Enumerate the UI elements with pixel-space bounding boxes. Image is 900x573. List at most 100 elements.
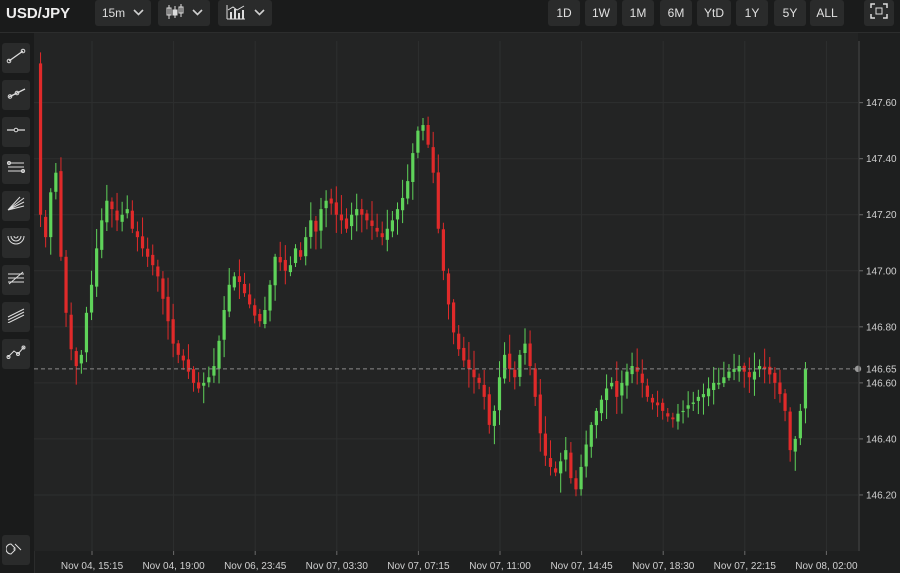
candle-body <box>553 468 558 473</box>
candle-body <box>140 236 145 249</box>
candle-body <box>416 130 420 153</box>
candle-body <box>278 257 282 263</box>
trend-line-tool[interactable] <box>2 43 30 73</box>
candle-body <box>528 343 532 367</box>
fullscreen-button[interactable] <box>864 0 894 26</box>
range-1y-button[interactable]: 1Y <box>736 0 768 26</box>
candle-body <box>411 153 415 182</box>
candle-body <box>84 312 89 353</box>
x-tick-label: Nov 07, 11:00 <box>469 561 531 572</box>
range-all-button[interactable]: ALL <box>810 0 844 26</box>
range-6m-button[interactable]: 6M <box>660 0 692 26</box>
range-5y-button[interactable]: 5Y <box>774 0 806 26</box>
candle-body <box>385 228 389 240</box>
candle-body <box>350 214 354 227</box>
candle-body <box>365 213 369 221</box>
candle-body <box>615 380 619 397</box>
y-tick-label: 147.40 <box>866 154 897 165</box>
candle-body <box>681 410 685 413</box>
fib-retracement-icon <box>6 270 26 291</box>
candle-body <box>44 216 48 238</box>
candle-body <box>125 209 129 214</box>
candle-body <box>319 209 323 231</box>
candle-body <box>574 478 578 490</box>
chart-type-selector[interactable] <box>158 0 210 26</box>
candle-body <box>263 310 267 325</box>
candle-body <box>559 461 563 474</box>
candle-body <box>712 382 716 391</box>
symbol-label[interactable]: USD/JPY <box>6 4 70 24</box>
candle-body <box>258 313 262 322</box>
candle-body <box>186 359 191 372</box>
interval-selector[interactable]: 15m <box>95 0 151 26</box>
current-price-label: 146.65 <box>866 364 897 375</box>
candle-body <box>446 273 451 305</box>
candle-body <box>737 366 741 372</box>
parallel-channel-tool[interactable] <box>2 154 30 184</box>
y-tick-label: 146.80 <box>866 322 897 333</box>
y-tick-label: 146.60 <box>866 378 897 389</box>
candle-body <box>436 172 440 229</box>
candle <box>59 157 63 261</box>
candle-body <box>538 394 542 434</box>
candle-body <box>115 210 119 221</box>
pitchfork-tool[interactable] <box>2 302 30 332</box>
fib-arcs-tool[interactable] <box>2 228 30 258</box>
candle-body <box>513 369 517 378</box>
y-axis: 147.60 147.40 147.20 147.00 146.80 146.60 146.… <box>859 98 897 501</box>
candle-body <box>783 393 787 411</box>
candle-body <box>696 396 700 401</box>
candle-body <box>604 388 609 401</box>
candle-body <box>171 319 175 344</box>
candle-body <box>120 214 124 222</box>
candle-body <box>299 250 303 257</box>
candle-body <box>752 371 757 380</box>
indicators-selector[interactable] <box>218 0 272 26</box>
x-tick-label: Nov 07, 22:15 <box>714 561 777 572</box>
candle-body <box>401 197 405 211</box>
range-1d-button[interactable]: 1D <box>548 0 580 26</box>
range-ytd-button[interactable]: YtD <box>697 0 731 26</box>
candle-body <box>268 284 272 311</box>
path-tool[interactable] <box>2 339 30 369</box>
candle-body <box>176 343 180 355</box>
fib-retracement-tool[interactable] <box>2 265 30 295</box>
candle-body <box>645 385 649 397</box>
candle-body <box>610 382 614 387</box>
drawing-toolbar <box>0 33 35 573</box>
candle-body <box>426 125 430 145</box>
candle-body <box>237 276 242 282</box>
candle-body <box>508 353 512 369</box>
x-tick-label: Nov 08, 02:00 <box>795 561 858 572</box>
range-1w-button[interactable]: 1W <box>585 0 617 26</box>
candle-body <box>151 254 155 266</box>
magnet-tool[interactable] <box>2 535 30 565</box>
horizontal-line-tool[interactable] <box>2 117 30 147</box>
range-1m-button[interactable]: 1M <box>622 0 654 26</box>
candle-body <box>242 283 247 294</box>
candle-body <box>89 284 94 313</box>
candle-body <box>717 382 721 385</box>
candle-body <box>309 220 313 237</box>
candle-body <box>451 302 456 333</box>
candle-body <box>497 377 502 411</box>
candle-body <box>146 248 150 257</box>
y-tick-label: 147.60 <box>866 98 897 109</box>
candle-body <box>482 384 486 397</box>
candle-body <box>161 278 165 299</box>
candle-body <box>661 402 665 411</box>
candle-body <box>666 413 670 417</box>
candle-body <box>579 466 583 490</box>
candle-body <box>691 402 695 404</box>
fib-fan-tool[interactable] <box>2 191 30 221</box>
ray-tool[interactable] <box>2 80 30 110</box>
candle-body <box>569 452 573 479</box>
candle-body <box>518 354 522 377</box>
ray-icon <box>6 85 26 106</box>
candle-body <box>492 410 496 426</box>
price-chart[interactable]: 147.60 147.40 147.20 147.00 146.80 146.60 146.… <box>34 33 900 573</box>
candle-body <box>227 284 231 312</box>
candle-body <box>620 382 624 396</box>
y-tick-label: 146.40 <box>866 434 897 445</box>
candle-body <box>533 368 537 397</box>
